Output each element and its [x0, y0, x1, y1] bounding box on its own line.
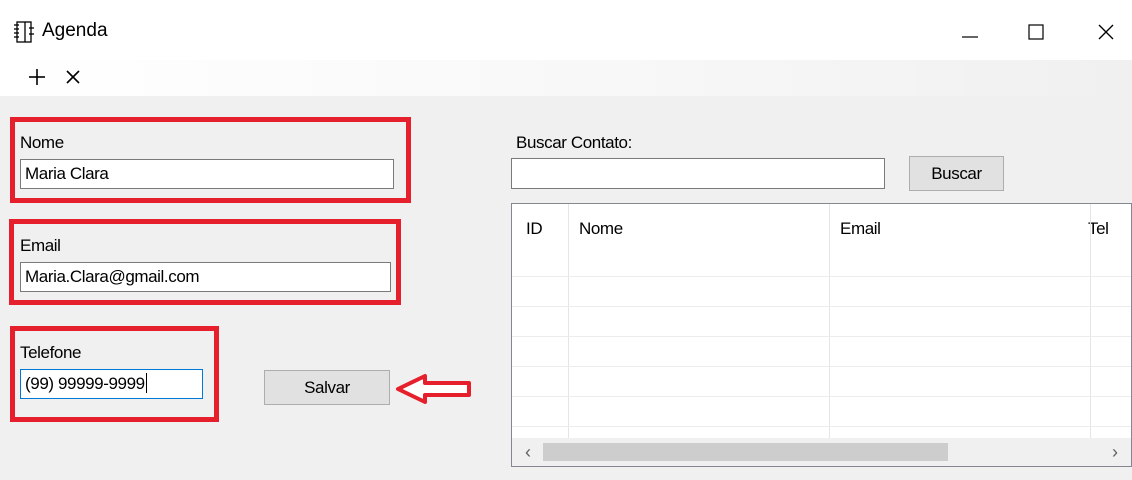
- grid-header: ID Nome Email Tel: [512, 204, 1131, 254]
- email-input[interactable]: Maria.Clara@gmail.com: [20, 262, 391, 292]
- delete-button[interactable]: [58, 62, 88, 92]
- row-divider: [512, 366, 1131, 367]
- nome-input[interactable]: Maria Clara: [20, 159, 394, 189]
- column-divider: [829, 204, 830, 440]
- close-x-icon: [66, 70, 80, 84]
- telefone-label: Telefone: [20, 343, 82, 362]
- search-label: Buscar Contato:: [516, 133, 632, 152]
- scroll-right-icon[interactable]: ›: [1101, 438, 1129, 466]
- column-header-email[interactable]: Email: [830, 204, 1090, 254]
- plus-icon: [29, 69, 45, 85]
- notebook-icon: [12, 20, 36, 44]
- row-divider: [512, 396, 1131, 397]
- close-icon: [1098, 24, 1114, 40]
- contacts-grid[interactable]: ID Nome Email Tel ‹ ›: [511, 203, 1132, 467]
- horizontal-scrollbar[interactable]: ‹ ›: [512, 438, 1131, 466]
- scroll-left-icon[interactable]: ‹: [514, 438, 542, 466]
- window-title: Agenda: [42, 20, 108, 41]
- save-button[interactable]: Salvar: [264, 370, 390, 405]
- minimize-button[interactable]: [944, 12, 996, 52]
- row-divider: [512, 306, 1131, 307]
- nome-label: Nome: [20, 133, 64, 152]
- maximize-icon: [1028, 24, 1044, 40]
- telefone-input[interactable]: (99) 99999-9999: [20, 369, 203, 399]
- row-divider: [512, 426, 1131, 427]
- row-divider: [512, 276, 1131, 277]
- text-caret: [145, 373, 147, 393]
- close-button[interactable]: [1080, 12, 1132, 52]
- toolbar: [0, 60, 1132, 96]
- column-divider: [1090, 204, 1091, 440]
- scroll-thumb[interactable]: [543, 443, 948, 461]
- column-divider: [568, 204, 569, 440]
- column-header-nome[interactable]: Nome: [569, 204, 829, 254]
- left-arrow-icon: [395, 373, 475, 405]
- search-button[interactable]: Buscar: [909, 156, 1004, 191]
- maximize-button[interactable]: [1010, 12, 1062, 52]
- minimize-icon: [962, 36, 978, 38]
- telefone-value: (99) 99999-9999: [25, 374, 145, 393]
- search-input[interactable]: [511, 158, 885, 189]
- row-divider: [512, 336, 1131, 337]
- email-label: Email: [20, 236, 61, 255]
- column-header-id[interactable]: ID: [516, 204, 568, 254]
- column-header-tel[interactable]: Tel: [1078, 204, 1131, 254]
- add-button[interactable]: [22, 62, 52, 92]
